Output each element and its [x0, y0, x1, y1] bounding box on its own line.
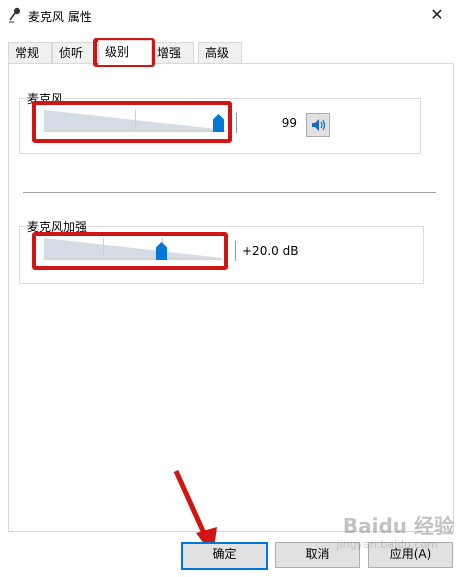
boost-level-value: +20.0 dB: [235, 241, 312, 261]
microphone-level-value: 99: [236, 113, 297, 133]
annotation-box-microphone-slider: [32, 101, 232, 143]
tab-listen[interactable]: 侦听: [52, 42, 96, 63]
speaker-icon: [312, 119, 326, 131]
tab-levels[interactable]: 级别: [98, 40, 152, 65]
microphone-icon: [9, 7, 20, 23]
tab-general[interactable]: 常规: [8, 42, 52, 63]
baidu-watermark: Baidu 经验: [342, 514, 454, 538]
baidu-watermark-url: jingyan.baidu.com: [336, 538, 438, 551]
mute-button[interactable]: [306, 113, 330, 137]
window-title: 麦克风 属性: [28, 10, 92, 24]
tab-advanced[interactable]: 高级: [198, 42, 242, 63]
close-button[interactable]: ✕: [414, 0, 460, 30]
annotation-box-boost-slider: [32, 232, 228, 270]
ok-button[interactable]: 确定: [181, 542, 268, 570]
title-bar: 麦克风 属性 ✕: [0, 0, 460, 30]
separator: [23, 192, 436, 193]
tab-enhancements[interactable]: 增强: [150, 42, 194, 63]
